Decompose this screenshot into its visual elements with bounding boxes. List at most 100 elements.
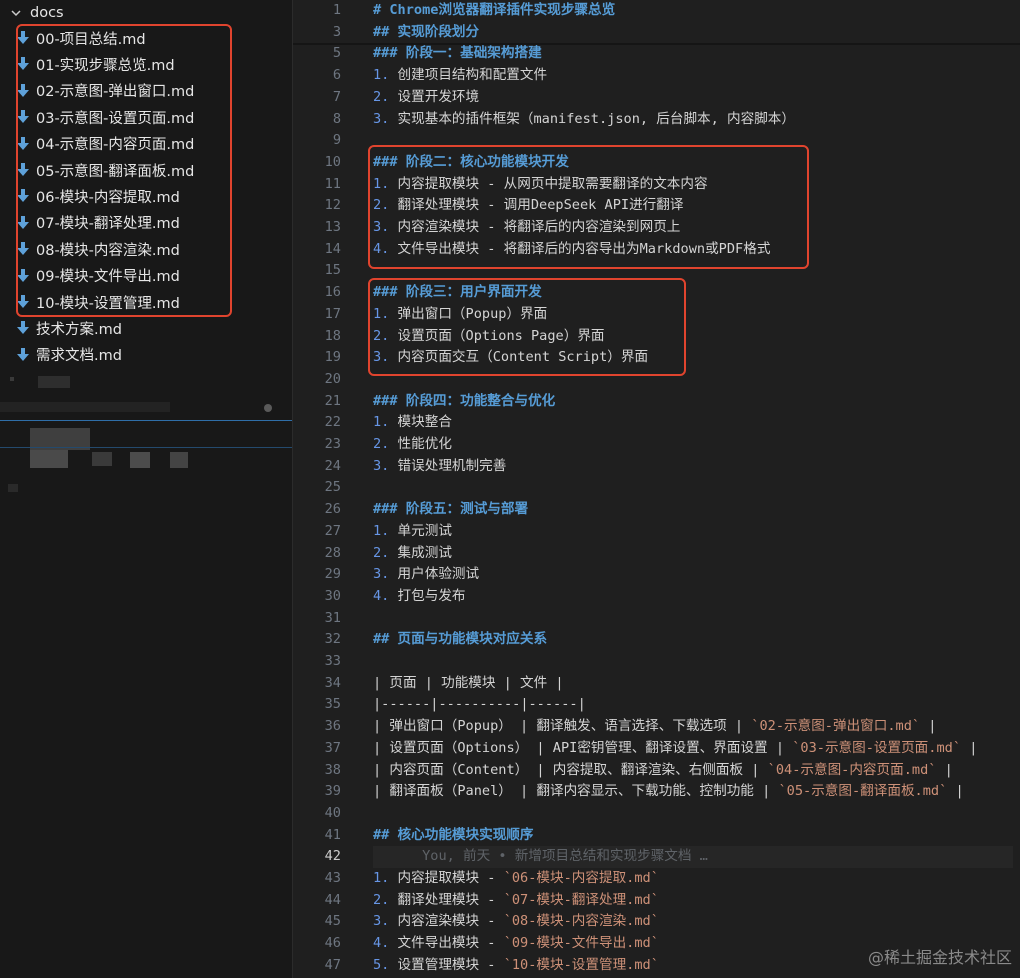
line-number: 33: [324, 653, 341, 669]
code-line[interactable]: 25: [293, 477, 1020, 499]
code-line[interactable]: 19 3. 内容页面交互（Content Script）界面: [293, 347, 1020, 369]
file-item[interactable]: 04-示意图-内容页面.md: [0, 131, 194, 157]
file-item[interactable]: 09-模块-文件导出.md: [0, 263, 180, 289]
code-line[interactable]: 32 ## 页面与功能模块对应关系: [293, 629, 1020, 651]
code-line[interactable]: 38 | 内容页面（Content） | 内容提取、翻译渲染、右侧面板 | `04…: [293, 760, 1020, 782]
code-token: 3.: [373, 566, 390, 583]
file-item[interactable]: 07-模块-翻译处理.md: [0, 210, 180, 236]
code-line[interactable]: 1 # Chrome浏览器翻译插件实现步骤总览: [293, 0, 1020, 22]
code-line[interactable]: 7 2. 设置开发环境: [293, 87, 1020, 109]
code-text: 4. 文件导出模块 - 将翻译后的内容导出为Markdown或PDF格式: [373, 239, 770, 261]
code-line[interactable]: 26 ### 阶段五：测试与部署: [293, 499, 1020, 521]
code-line[interactable]: 21 ### 阶段四：功能整合与优化: [293, 391, 1020, 413]
code-line[interactable]: 33: [293, 651, 1020, 673]
code-line[interactable]: 29 3. 用户体验测试: [293, 564, 1020, 586]
code-line[interactable]: 20: [293, 369, 1020, 391]
code-line[interactable]: 37 | 设置页面（Options） | API密钥管理、翻译设置、界面设置 | …: [293, 738, 1020, 760]
code-line[interactable]: 41 ## 核心功能模块实现顺序: [293, 825, 1020, 847]
folder-docs[interactable]: docs: [0, 0, 64, 26]
code-token: 用户体验测试: [389, 566, 480, 583]
file-item[interactable]: 05-示意图-翻译面板.md: [0, 157, 194, 183]
file-item[interactable]: 08-模块-内容渲染.md: [0, 236, 180, 262]
code-line[interactable]: 45 3. 内容渲染模块 - `08-模块-内容渲染.md`: [293, 911, 1020, 933]
file-item[interactable]: 03-示意图-设置页面.md: [0, 104, 194, 130]
code-token: 设置管理模块 -: [389, 956, 504, 973]
separator-line: [0, 420, 292, 421]
code-text: 3. 内容渲染模块 - 将翻译后的内容渲染到网页上: [373, 217, 680, 239]
code-line[interactable]: 30 4. 打包与发布: [293, 586, 1020, 608]
code-line[interactable]: 27 1. 单元测试: [293, 521, 1020, 543]
line-number: 26: [324, 501, 341, 518]
code-line[interactable]: 28 2. 集成测试: [293, 543, 1020, 565]
line-number: 43: [324, 870, 341, 886]
file-item[interactable]: 06-模块-内容提取.md: [0, 183, 180, 209]
file-label: 06-模块-内容提取.md: [36, 189, 180, 206]
markdown-download-icon: [16, 30, 30, 46]
line-number: 30: [324, 587, 341, 604]
code-line[interactable]: 18 2. 设置页面（Options Page）界面: [293, 326, 1020, 348]
code-text: ### 阶段二：核心功能模块开发: [373, 152, 569, 174]
code-line[interactable]: 13 3. 内容渲染模块 - 将翻译后的内容渲染到网页上: [293, 217, 1020, 239]
editor[interactable]: 1 # Chrome浏览器翻译插件实现步骤总览 3 ## 实现阶段划分 5 ### 阶段一…: [293, 0, 1020, 978]
line-number: 12: [324, 197, 341, 214]
code-text: 3. 内容页面交互（Content Script）界面: [373, 347, 648, 369]
file-label: 07-模块-翻译处理.md: [36, 216, 180, 233]
code-token: 内容渲染模块 - 将翻译后的内容渲染到网页上: [389, 219, 681, 235]
code-token: `05-示意图-翻译面板.md`: [778, 783, 948, 800]
file-item[interactable]: 02-示意图-弹出窗口.md: [0, 78, 194, 104]
line-number: 11: [324, 175, 341, 192]
code-line[interactable]: 24 3. 错误处理机制完善: [293, 456, 1020, 478]
code-token: 翻译处理模块 - 调用DeepSeek API进行翻译: [389, 197, 684, 214]
code-line[interactable]: 35 |------|----------|------|: [293, 694, 1020, 716]
markdown-download-icon: [16, 320, 30, 336]
code-line[interactable]: 44 2. 翻译处理模块 - `07-模块-翻译处理.md`: [293, 890, 1020, 912]
code-line[interactable]: 36 | 弹出窗口（Popup） | 翻译触发、语言选择、下载选项 | `02-示…: [293, 716, 1020, 738]
code-line[interactable]: 17 1. 弹出窗口（Popup）界面: [293, 304, 1020, 326]
code-token: 文件导出模块 - 将翻译后的内容导出为Markdown或PDF格式: [389, 240, 771, 257]
code-line[interactable]: 12 2. 翻译处理模块 - 调用DeepSeek API进行翻译: [293, 195, 1020, 217]
code-text: 1. 模块整合: [373, 412, 452, 434]
code-line[interactable]: 11 1. 内容提取模块 - 从网页中提取需要翻译的文本内容: [293, 174, 1020, 196]
code-token: ## 核心功能模块实现顺序: [373, 826, 534, 843]
code-line[interactable]: 16 ### 阶段三：用户界面开发: [293, 282, 1020, 304]
line-number: 8: [332, 110, 341, 127]
file-item[interactable]: 01-实现步骤总览.md: [0, 51, 175, 77]
file-item[interactable]: 技术方案.md: [0, 315, 122, 341]
code-token: ### 阶段三：用户界面开发: [373, 284, 542, 301]
code-line[interactable]: 6 1. 创建项目结构和配置文件: [293, 65, 1020, 87]
code-token: |: [961, 739, 978, 756]
code-token: # Chrome浏览器翻译插件实现步骤总览: [373, 2, 616, 18]
code-line[interactable]: 5 ### 阶段一：基础架构搭建: [293, 43, 1020, 65]
code-text: # Chrome浏览器翻译插件实现步骤总览: [373, 0, 615, 22]
code-line[interactable]: 8 3. 实现基本的插件框架（manifest.json, 后台脚本, 内容脚本）: [293, 109, 1020, 131]
code-line[interactable]: 3 ## 实现阶段划分: [293, 22, 1020, 44]
code-line[interactable]: 34 | 页面 | 功能模块 | 文件 |: [293, 673, 1020, 695]
code-text: | 设置页面（Options） | API密钥管理、翻译设置、界面设置 | `0…: [373, 738, 977, 760]
code-line[interactable]: 40: [293, 803, 1020, 825]
file-label: 09-模块-文件导出.md: [36, 269, 180, 286]
code-token: | 翻译面板（Panel） | 翻译内容显示、下载功能、控制功能 |: [373, 783, 779, 800]
file-item[interactable]: 00-项目总结.md: [0, 25, 146, 51]
line-number: 21: [324, 392, 341, 409]
code-line[interactable]: 22 1. 模块整合: [293, 412, 1020, 434]
code-token: 翻译处理模块 -: [389, 891, 504, 908]
code-line[interactable]: 23 2. 性能优化: [293, 434, 1020, 456]
code-line[interactable]: 15: [293, 260, 1020, 282]
code-line[interactable]: 42 You, 前天 • 新增项目总结和实现步骤文档 …: [293, 846, 1020, 868]
code-token: 4.: [373, 240, 390, 257]
code-line[interactable]: 10 ### 阶段二：核心功能模块开发: [293, 152, 1020, 174]
code-line[interactable]: 43 1. 内容提取模块 - `06-模块-内容提取.md`: [293, 868, 1020, 890]
code-text: ### 阶段五：测试与部署: [373, 499, 528, 521]
code-line[interactable]: 9: [293, 130, 1020, 152]
code-line[interactable]: 14 4. 文件导出模块 - 将翻译后的内容导出为Markdown或PDF格式: [293, 239, 1020, 261]
file-item[interactable]: 需求文档.md: [0, 342, 122, 368]
code-token: 2.: [373, 197, 390, 214]
line-number: 32: [324, 631, 341, 648]
code-token: | 内容页面（Content） | 内容提取、翻译渲染、右侧面板 |: [373, 761, 768, 778]
code-token: ## 实现阶段划分: [373, 23, 480, 40]
code-line[interactable]: 31: [293, 608, 1020, 630]
file-item[interactable]: 10-模块-设置管理.md: [0, 289, 180, 315]
code-line[interactable]: 39 | 翻译面板（Panel） | 翻译内容显示、下载功能、控制功能 | `05…: [293, 781, 1020, 803]
code-token: | 设置页面（Options） | API密钥管理、翻译设置、界面设置 |: [373, 739, 793, 756]
chevron-down-icon: [10, 7, 22, 19]
